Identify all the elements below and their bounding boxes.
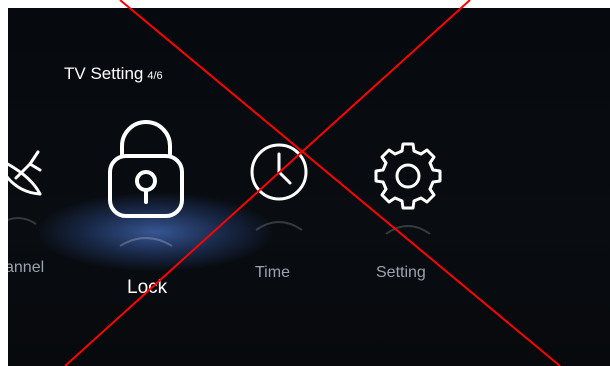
menu-item-label-time: Time [255, 264, 290, 281]
menu-item-label-lock: Lock [127, 277, 168, 298]
menu-title: TV Setting 4/6 [64, 64, 163, 84]
menu-item-time[interactable] [244, 142, 314, 242]
satellite-dish-icon [8, 150, 42, 225]
padlock-icon [108, 120, 184, 247]
menu-item-label-channel: annel [8, 259, 45, 276]
page-indicator: 4/6 [147, 70, 163, 82]
tv-menu-screen: TV Setting 4/6 annel Lock Time Setting [8, 8, 610, 366]
screenshot: TV Setting 4/6 annel Lock Time Setting [0, 0, 610, 366]
gear-icon [374, 142, 442, 235]
menu-item-setting[interactable] [372, 140, 444, 244]
menu-item-label-setting: Setting [376, 264, 426, 281]
menu-item-lock[interactable] [104, 118, 188, 258]
menu-item-channel[interactable] [8, 140, 60, 230]
menu-title-text: TV Setting [64, 64, 144, 83]
clock-icon [250, 143, 308, 231]
